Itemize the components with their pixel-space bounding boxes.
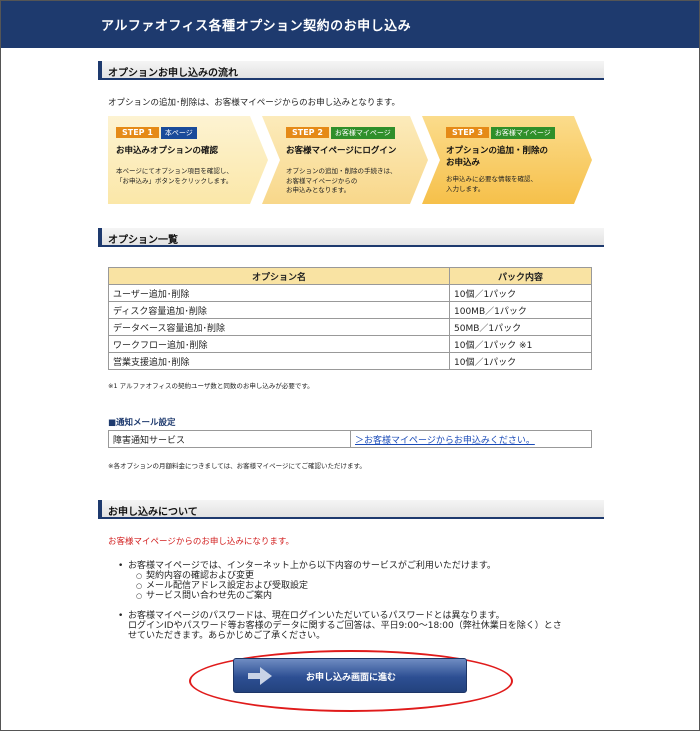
pack-cell: 10個／1パック — [449, 352, 592, 370]
table-row: 営業支援追加･削除 10個／1パック — [108, 352, 592, 370]
step-3-title-line: オプションの追加・削除の — [446, 146, 549, 156]
options-section-heading: オプション一覧 — [98, 228, 604, 247]
step-3-desc-line: お申込みに必要な情報を確認、 — [446, 175, 537, 183]
step-1-desc: 本ページにてオプション項目を確認し、 「お申込み」ボタンをクリックします。 — [116, 167, 246, 186]
step-1-desc-line: 「お申込み」ボタンをクリックします。 — [116, 176, 233, 185]
main-content: オプションお申し込みの流れ オプションの追加･削除は、お客様マイページからのお申… — [98, 61, 604, 651]
column-header-option-name: オプション名 — [108, 267, 450, 285]
step-2-desc-line: お申込みとなります。 — [286, 186, 351, 194]
page-frame: アルファオフィス各種オプション契約のお申し込み オプションお申し込みの流れ オプ… — [0, 0, 700, 731]
list-item: お客様マイページでは、インターネット上から以下内容のサービスがご利用いただけます… — [118, 561, 604, 601]
step-1-desc-line: 本ページにてオプション項目を確認し、 — [116, 167, 233, 175]
step-flow: STEP 1 本ページ お申込みオプションの確認 本ページにてオプション項目を確認… — [108, 116, 592, 204]
step-1-title: お申込みオプションの確認 — [116, 146, 219, 156]
step-2-tag: お客様マイページ — [330, 127, 395, 139]
arrow-right-icon — [248, 667, 272, 685]
step-2-desc-line: お客様マイページからの — [286, 176, 358, 185]
table-row: ディスク容量追加･削除 100MB／1パック — [108, 301, 592, 319]
step-3: STEP 3 お客様マイページ オプションの追加・削除の お申込み お申込みに必要… — [422, 116, 592, 204]
options-table: オプション名 パック内容 ユーザー追加･削除 10個／1パック ディスク容量追加･… — [108, 267, 592, 370]
list-item: サービス問い合わせ先のご案内 — [136, 591, 604, 601]
flow-intro: オプションの追加･削除は、お客様マイページからのお申し込みとなります。 — [108, 98, 400, 108]
table-row: 障害通知サービス ＞お客様マイページからお申込みください。 — [108, 430, 592, 448]
step-1-tag: 本ページ — [160, 127, 197, 139]
mail-setting-table: 障害通知サービス ＞お客様マイページからお申込みください。 — [108, 430, 592, 448]
column-header-pack: パック内容 — [449, 267, 592, 285]
list-item: メール配信アドレス設定および受取設定 — [136, 581, 604, 591]
page-title: アルファオフィス各種オプション契約のお申し込み — [101, 19, 412, 34]
list-item-text: お客様マイページでは、インターネット上から以下内容のサービスがご利用いただけます… — [128, 561, 496, 571]
apply-info-list: お客様マイページでは、インターネット上から以下内容のサービスがご利用いただけます… — [118, 561, 604, 641]
apply-red-note: お客様マイページからのお申し込みになります。 — [108, 537, 294, 547]
step-2-desc-line: オプションの追加・削除の手続きは、 — [286, 167, 397, 175]
option-name-cell: ワークフロー追加･削除 — [108, 335, 450, 353]
list-item-text: せていただきます。あらかじめご了承ください。 — [128, 631, 326, 641]
table-header-row: オプション名 パック内容 — [108, 267, 592, 285]
pack-cell: 10個／1パック — [449, 284, 592, 302]
pack-cell: 50MB／1パック — [449, 318, 592, 336]
list-item: お客様マイページのパスワードは、現在ログインいただいているパスワードとは異なりま… — [118, 611, 604, 641]
mail-service-label: 障害通知サービス — [108, 430, 351, 448]
apply-button-area: お申し込み画面に進む — [189, 650, 513, 712]
pack-cell: 10個／1パック ※1 — [449, 335, 592, 353]
mail-setting-heading: ■通知メール設定 — [108, 418, 176, 428]
step-2: STEP 2 お客様マイページ お客様マイページにログイン オプションの追加・削除… — [262, 116, 428, 204]
option-name-cell: ユーザー追加･削除 — [108, 284, 450, 302]
apply-section-heading: お申し込みについて — [98, 500, 604, 519]
step-3-tag: お客様マイページ — [490, 127, 555, 139]
mail-link-cell: ＞お客様マイページからお申込みください。 — [350, 430, 592, 448]
step-1-badge: STEP 1 — [116, 127, 159, 138]
mypage-apply-link[interactable]: ＞お客様マイページからお申込みください。 — [355, 436, 535, 446]
step-2-desc: オプションの追加・削除の手続きは、 お客様マイページからの お申込みとなります。 — [286, 167, 416, 196]
list-item-text: お客様マイページのパスワードは、現在ログインいただいているパスワードとは異なりま… — [128, 611, 505, 621]
step-2-badge: STEP 2 — [286, 127, 329, 138]
list-item-text: ログインIDやパスワード等お客様のデータに関するご回答は、平日9:00～18:0… — [128, 621, 562, 631]
page-header: アルファオフィス各種オプション契約のお申し込み — [1, 1, 699, 48]
proceed-to-apply-button[interactable]: お申し込み画面に進む — [233, 658, 467, 693]
step-3-badge: STEP 3 — [446, 127, 489, 138]
option-name-cell: ディスク容量追加･削除 — [108, 301, 450, 319]
step-3-title-line: お申込み — [446, 158, 481, 168]
list-item: 契約内容の確認および変更 — [136, 571, 604, 581]
option-name-cell: データベース容量追加･削除 — [108, 318, 450, 336]
pack-cell: 100MB／1パック — [449, 301, 592, 319]
options-footnote: ※1 アルファオフィスの契約ユーザ数と同数のお申し込みが必要です。 — [108, 382, 314, 390]
table-row: ユーザー追加･削除 10個／1パック — [108, 284, 592, 302]
fee-note: ※各オプションの月額料金につきましては、お客様マイページにてご確認いただけます。 — [108, 462, 366, 470]
option-name-cell: 営業支援追加･削除 — [108, 352, 450, 370]
table-row: データベース容量追加･削除 50MB／1パック — [108, 318, 592, 336]
apply-heading-text: お申し込みについて — [108, 507, 198, 518]
service-sub-list: 契約内容の確認および変更 メール配信アドレス設定および受取設定 サービス問い合わ… — [136, 571, 604, 601]
step-3-desc: お申込みに必要な情報を確認、 入力します。 — [446, 175, 576, 194]
step-2-title: お客様マイページにログイン — [286, 146, 397, 156]
options-heading-text: オプション一覧 — [108, 235, 178, 246]
step-3-desc-line: 入力します。 — [446, 184, 485, 193]
step-1: STEP 1 本ページ お申込みオプションの確認 本ページにてオプション項目を確認… — [108, 116, 268, 204]
table-row: ワークフロー追加･削除 10個／1パック ※1 — [108, 335, 592, 353]
flow-heading-text: オプションお申し込みの流れ — [108, 68, 238, 79]
flow-section-heading: オプションお申し込みの流れ — [98, 61, 604, 80]
step-3-title: オプションの追加・削除の お申込み — [446, 145, 576, 169]
proceed-button-label: お申し込み画面に進む — [306, 673, 397, 683]
